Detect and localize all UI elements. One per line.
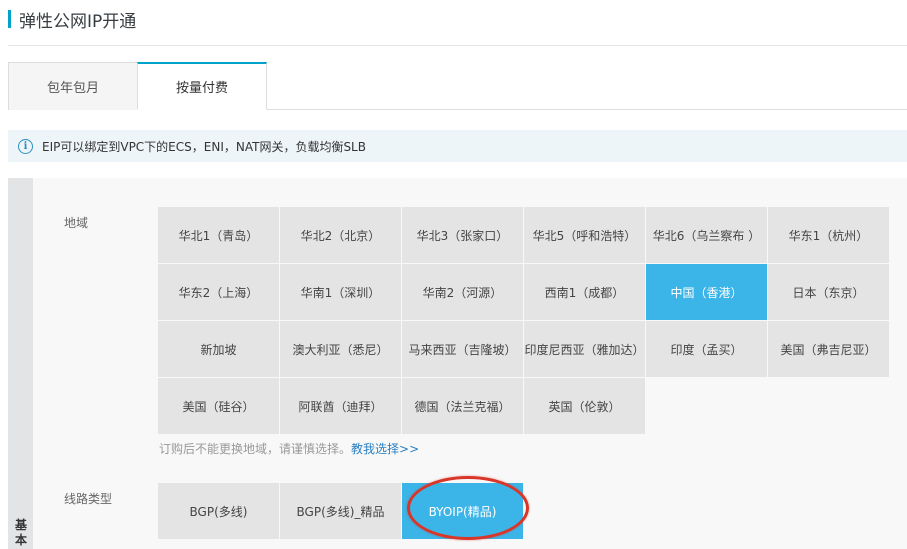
region-option[interactable]: 马来西亚（吉隆坡） — [402, 321, 523, 377]
section-side-strip: 基本 — [8, 178, 33, 549]
region-option[interactable]: 德国（法兰克福） — [402, 378, 523, 434]
title-accent-bar — [8, 10, 11, 28]
line-type-option[interactable]: BYOIP(精品) — [402, 483, 523, 539]
region-option[interactable]: 新加坡 — [158, 321, 279, 377]
region-label: 地域 — [64, 216, 89, 230]
region-option[interactable]: 澳大利亚（悉尼） — [280, 321, 401, 377]
region-option[interactable]: 华北1（青岛） — [158, 207, 279, 263]
region-option[interactable]: 华北2（北京） — [280, 207, 401, 263]
region-option[interactable]: 美国（硅谷） — [158, 378, 279, 434]
region-option[interactable]: 西南1（成都） — [524, 264, 645, 320]
info-notice: i EIP可以绑定到VPC下的ECS，ENI，NAT网关，负载均衡SLB — [8, 130, 907, 162]
region-option[interactable]: 华南2（河源） — [402, 264, 523, 320]
region-option[interactable]: 华北5（呼和浩特） — [524, 207, 645, 263]
region-option[interactable]: 日本（东京） — [768, 264, 889, 320]
page-title-bar: 弹性公网IP开通 — [8, 8, 137, 32]
region-option[interactable]: 华南1（深圳） — [280, 264, 401, 320]
region-option[interactable]: 华东1（杭州） — [768, 207, 889, 263]
line-type-option[interactable]: BGP(多线) — [158, 483, 279, 539]
line-type-option[interactable]: BGP(多线)_精品 — [280, 483, 401, 539]
region-option[interactable]: 印度尼西亚（雅加达） — [524, 321, 645, 377]
section-label: 基本 — [14, 518, 27, 547]
region-option[interactable]: 华北6（乌兰察布 ） — [646, 207, 767, 263]
region-tip: 订购后不能更换地域，请谨慎选择。教我选择>> — [159, 440, 419, 457]
line-type-label: 线路类型 — [64, 492, 113, 506]
region-option[interactable]: 阿联酋（迪拜） — [280, 378, 401, 434]
config-panel: 基本 地域 华北1（青岛） 华北2（北京） 华北3（张家口） 华北5（呼和浩特）… — [8, 178, 907, 549]
region-tip-text: 订购后不能更换地域，请谨慎选择。 — [159, 442, 352, 456]
tab-subscription[interactable]: 包年包月 — [8, 62, 138, 110]
billing-tabs: 包年包月 按量付费 — [8, 62, 907, 110]
region-help-link[interactable]: 教我选择>> — [351, 442, 419, 456]
region-option[interactable]: 中国（香港） — [646, 264, 767, 320]
info-icon: i — [18, 138, 33, 154]
page-title: 弹性公网IP开通 — [19, 11, 137, 32]
region-option[interactable]: 华东2（上海） — [158, 264, 279, 320]
region-option[interactable]: 华北3（张家口） — [402, 207, 523, 263]
title-divider — [8, 45, 907, 46]
region-option[interactable]: 印度（孟买） — [646, 321, 767, 377]
region-option[interactable]: 美国（弗吉尼亚） — [768, 321, 889, 377]
tab-pay-as-you-go[interactable]: 按量付费 — [137, 62, 267, 110]
notice-text: EIP可以绑定到VPC下的ECS，ENI，NAT网关，负载均衡SLB — [42, 139, 366, 154]
region-option[interactable]: 英国（伦敦） — [524, 378, 645, 434]
